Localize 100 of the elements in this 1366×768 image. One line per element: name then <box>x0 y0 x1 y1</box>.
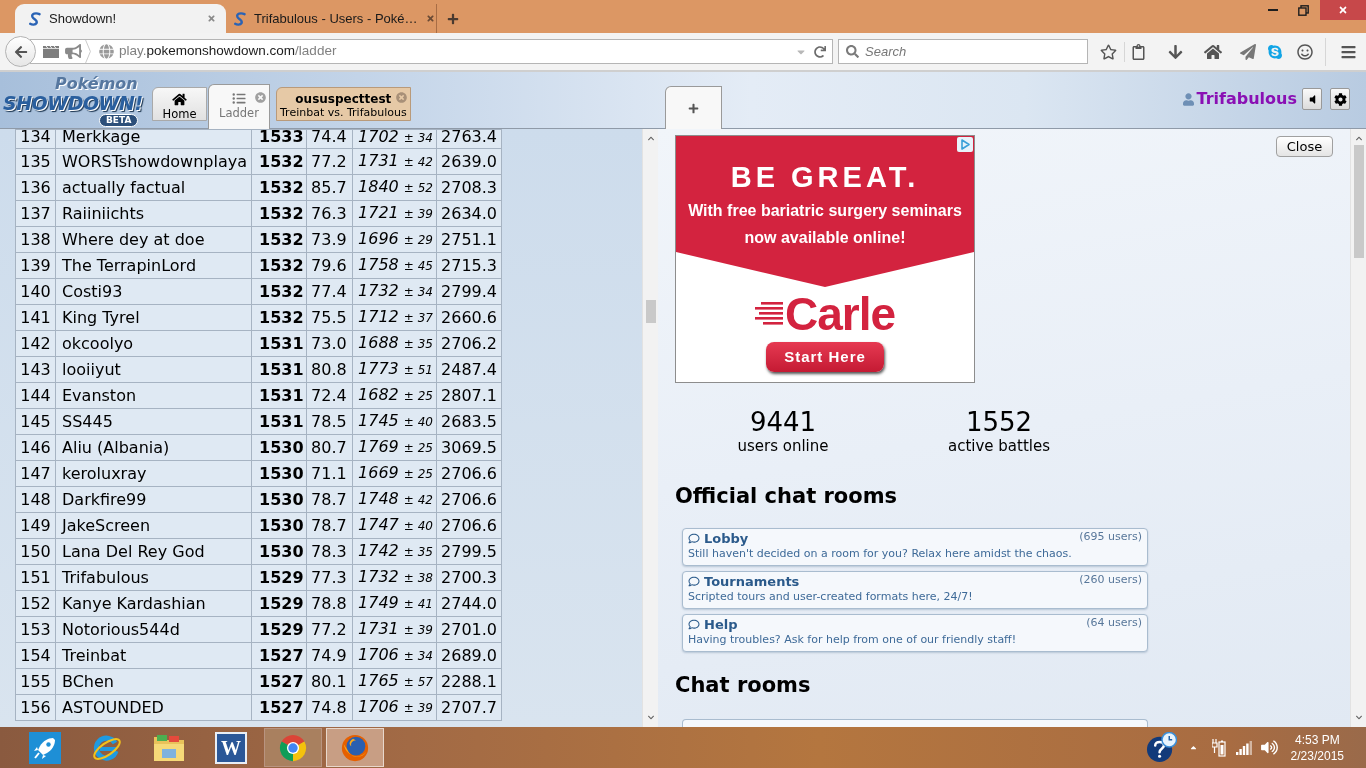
stat-number: 1552 <box>965 407 1033 437</box>
glicko-cell: 1669 ± 25 <box>352 460 437 487</box>
glicko-cell: 1748 ± 42 <box>352 486 437 513</box>
rank-cell: 142 <box>15 330 56 357</box>
advertisement[interactable]: BE GREAT. With free bariatric surgery seminars now available online! Carle Start Here <box>675 135 975 383</box>
glicko-cell: 1731 ± 42 <box>352 148 437 175</box>
close-window-button[interactable] <box>1320 0 1366 20</box>
room-user-count: (260 users) <box>1079 573 1142 586</box>
room-tab[interactable]: Ladder <box>208 84 270 129</box>
chat-room-card[interactable]: Lobby (695 users) Still haven't decided on a room for you? Relax here amidst the chaos. <box>682 528 1148 566</box>
restore-icon[interactable] <box>1297 4 1309 16</box>
rank-cell: 135 <box>15 148 56 175</box>
ad-start-button[interactable]: Start Here <box>766 342 884 372</box>
separator-chevron-icon <box>85 40 91 63</box>
folder-icon[interactable] <box>153 733 185 762</box>
stat-label: active battles <box>947 437 1051 455</box>
tab-title: Trifabulous - Users - Poké… <box>254 9 418 28</box>
close-icon[interactable] <box>425 14 435 23</box>
clapperboard-icon[interactable] <box>43 45 59 58</box>
chat-room-card[interactable]: Help (64 users) Having troubles? Ask for help from one of our friendly staff! <box>682 614 1148 652</box>
player-name-cell: Raiiniichts <box>55 200 252 227</box>
battery-plug-icon[interactable] <box>1211 738 1226 757</box>
player-name-cell: Lana Del Rey God <box>55 538 252 565</box>
ad-info-icon[interactable] <box>957 137 973 152</box>
rank-cell: 141 <box>15 304 56 331</box>
reload-icon[interactable] <box>814 45 826 58</box>
tab-label: Home <box>162 107 197 121</box>
chevron-up-icon[interactable] <box>1354 135 1363 142</box>
help-clock-icon[interactable] <box>1145 732 1177 763</box>
chevron-down-icon[interactable] <box>646 714 655 721</box>
logo-title[interactable]: SHOWDOWN! <box>3 93 143 114</box>
home-icon[interactable] <box>1204 43 1222 60</box>
rank-cell: 154 <box>15 642 56 669</box>
url-text[interactable]: play.pokemonshowdown.com/ladder <box>119 41 337 62</box>
scrollbar[interactable] <box>642 129 658 727</box>
download-icon[interactable] <box>1168 43 1183 60</box>
signal-bars-icon[interactable] <box>1235 740 1252 755</box>
settings-button[interactable] <box>1330 88 1350 110</box>
plus-icon <box>688 102 699 114</box>
glicko-cell: 1706 ± 39 <box>352 694 437 721</box>
document-app-tile[interactable]: W <box>215 731 247 764</box>
paper-plane-icon[interactable] <box>1240 43 1256 60</box>
mute-button[interactable] <box>1302 88 1322 110</box>
chat-room-card[interactable]: Tournaments (260 users) Scripted tours and user-created formats here, 24/7! <box>682 571 1148 609</box>
address-bar[interactable]: play.pokemonshowdown.com/ladder <box>30 39 833 64</box>
speaker-icon[interactable] <box>1260 740 1278 755</box>
new-tab-icon[interactable] <box>447 12 459 25</box>
taskbar-button[interactable] <box>264 728 322 767</box>
glicko-cell: 1742 ± 35 <box>352 538 437 565</box>
fox-globe-icon[interactable] <box>340 732 370 763</box>
scrollbar-thumb[interactable] <box>1353 145 1364 258</box>
rank-cell: 138 <box>15 226 56 253</box>
room-user-count: (64 users) <box>1086 616 1142 629</box>
chat-bubble-icon <box>688 619 700 630</box>
chat-bubble-icon <box>688 533 700 544</box>
scrollbar[interactable] <box>1350 129 1366 727</box>
player-name-cell: Merkkage <box>55 129 252 149</box>
clipboard-icon[interactable] <box>1132 43 1145 60</box>
globe-icon[interactable] <box>99 44 114 59</box>
speed-lines-icon <box>754 302 783 326</box>
player-name-cell: okcoolyo <box>55 330 252 357</box>
chevron-up-icon[interactable] <box>646 135 655 142</box>
glicko-cell: 1688 ± 35 <box>352 330 437 357</box>
skype-icon[interactable] <box>1267 43 1283 60</box>
clock-date[interactable]: 2/23/2015 <box>1290 747 1344 764</box>
new-room-tab[interactable] <box>665 86 722 129</box>
rank-cell: 153 <box>15 616 56 643</box>
browser-tab[interactable]: Showdown! <box>15 4 226 33</box>
room-tab[interactable]: Home <box>152 87 207 121</box>
clock-time[interactable]: 4:53 PM <box>1294 731 1340 748</box>
player-name-cell: King Tyrel <box>55 304 252 331</box>
room-description: Scripted tours and user-created formats here, 24/7! <box>688 590 974 604</box>
rank-cell: 148 <box>15 486 56 513</box>
ring-logo-icon[interactable] <box>278 732 308 763</box>
chevron-down-icon[interactable] <box>1354 714 1363 721</box>
close-icon[interactable] <box>255 92 266 103</box>
search-field[interactable]: Search <box>838 39 1088 64</box>
bookmark-star-icon[interactable] <box>1100 43 1117 60</box>
back-button[interactable] <box>5 36 36 67</box>
username[interactable]: Trifabulous <box>1196 87 1297 111</box>
menu-icon[interactable] <box>1340 43 1357 60</box>
glicko-cell: 1702 ± 34 <box>352 129 437 149</box>
player-name-cell: JakeScreen <box>55 512 252 539</box>
show-hidden-icons-icon[interactable] <box>1188 743 1198 752</box>
coil-cell: 2763.4 <box>436 129 502 149</box>
room-name: Lobby <box>704 530 749 547</box>
rank-cell: 139 <box>15 252 56 279</box>
glicko-cell: 1706 ± 34 <box>352 642 437 669</box>
close-button[interactable]: Close <box>1276 136 1333 157</box>
rocket-icon[interactable] <box>29 731 61 764</box>
stat-number: 9441 <box>749 407 817 437</box>
scrollbar-thumb[interactable] <box>645 300 656 323</box>
player-name-cell: Darkfire99 <box>55 486 252 513</box>
room-tab[interactable]: oususpecttest Treinbat vs. Trifabulous <box>276 87 411 121</box>
rank-cell: 156 <box>15 694 56 721</box>
glicko-cell: 1745 ± 40 <box>352 408 437 435</box>
room-description: Still haven't decided on a room for you? Relax here amidst the chaos. <box>688 547 1073 561</box>
smiley-icon[interactable] <box>1297 43 1313 60</box>
megaphone-icon[interactable] <box>65 44 82 59</box>
close-icon[interactable] <box>207 14 216 23</box>
